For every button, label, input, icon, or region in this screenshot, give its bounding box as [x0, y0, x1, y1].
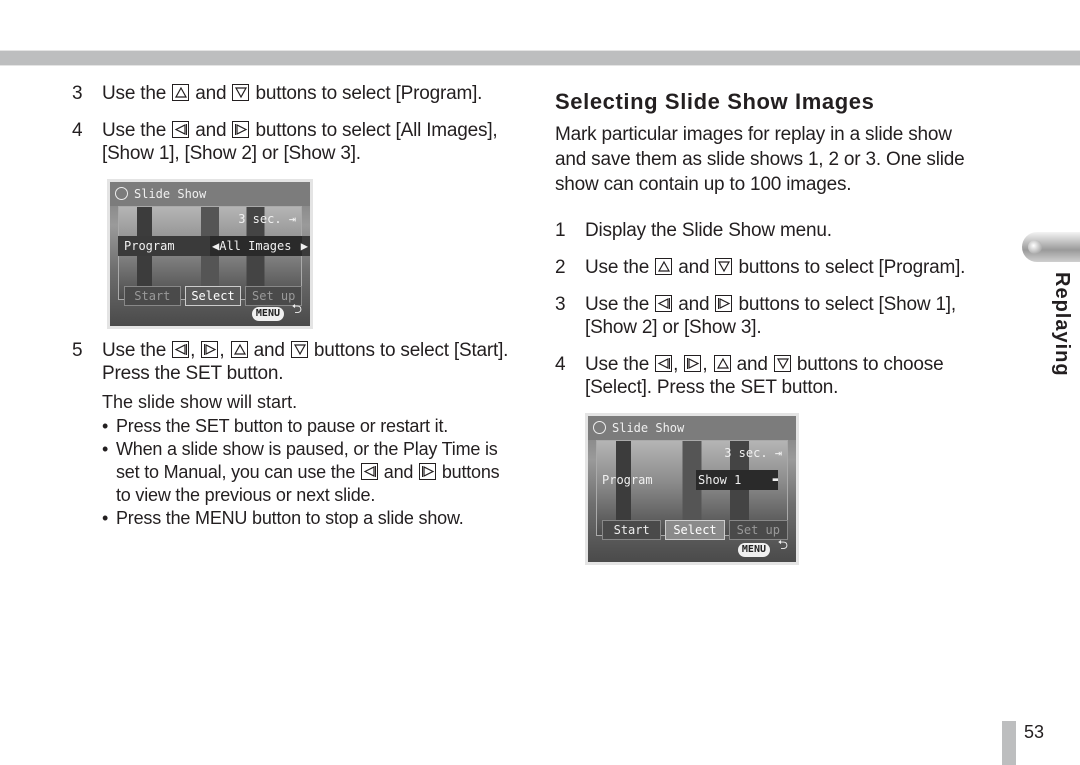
lcd-program-label: Program [124, 239, 175, 253]
lcd-title-bar: Slide Show [588, 416, 796, 440]
page-number: 53 [1024, 722, 1045, 742]
left-button-icon [655, 295, 673, 312]
step-text: Use the and buttons to select [Program]. [585, 257, 966, 278]
slideshow-icon [115, 187, 128, 200]
lcd-interval: 3 sec. ⇥ [238, 212, 296, 226]
step-5-left: 5 Use the , , and buttons to select [Sta… [72, 339, 512, 385]
page-number-bar [1002, 721, 1016, 765]
right-button-icon [232, 121, 250, 138]
up-button-icon [655, 258, 673, 275]
up-button-icon [713, 355, 731, 372]
right-button-icon [715, 295, 733, 312]
section-intro: Mark particular images for replay in a s… [555, 124, 965, 195]
lcd-program-label: Program [602, 473, 653, 487]
up-button-icon [172, 84, 190, 101]
lcd-screenshot-all-images: Slide Show 3 sec. ⇥ Program ◀All Images … [107, 179, 313, 329]
down-button-icon [290, 341, 308, 358]
menu-badge-icon: MENU [251, 307, 284, 321]
lcd-buttons: Start Select Set up [602, 520, 788, 540]
note-item: • When a slide show is paused, or the Pla… [102, 438, 512, 507]
section-heading: Selecting Slide Show Images [555, 89, 875, 114]
left-button-icon [172, 121, 190, 138]
lcd-title-bar: Slide Show [110, 182, 310, 206]
chapter-tab [1022, 232, 1080, 262]
step-number: 1 [555, 220, 566, 241]
down-button-icon [232, 84, 250, 101]
lcd-program-value: ◀All Images [210, 236, 302, 256]
step-number: 2 [555, 257, 566, 278]
left-column: 3 Use the and buttons to select [Program… [72, 82, 512, 530]
lcd-interval: 3 sec. ⇥ [724, 446, 782, 460]
header-bar [0, 50, 1080, 66]
lcd-select-button: Select [184, 286, 242, 306]
right-button-icon [419, 463, 437, 480]
note-text: When a slide show is paused, or the Play… [116, 439, 500, 505]
note-text: Press the MENU button to stop a slide sh… [116, 508, 464, 528]
lcd-screenshot-show-1: Slide Show 3 sec. ⇥ Program Show 1 ▬ Sta… [585, 413, 799, 565]
right-arrow-icon: ▶ [300, 239, 308, 253]
note-item: • Press the SET button to pause or restar… [102, 416, 449, 436]
step-text: Use the and buttons to select [Show 1], … [585, 294, 956, 338]
menu-badge-icon: MENU [737, 543, 770, 557]
up-button-icon [230, 341, 248, 358]
lcd-program-row: Program Show 1 ▬ [596, 470, 796, 490]
step-number: 4 [72, 120, 83, 141]
lcd-start-button: Start [602, 520, 662, 540]
lcd-program-value: Show 1 [696, 470, 778, 490]
down-button-icon [773, 355, 791, 372]
step-number: 3 [72, 83, 83, 104]
step-text: Use the , , and buttons to choose [Selec… [585, 354, 944, 398]
right-button-icon [201, 341, 219, 358]
notes-list: • Press the SET button to pause or restar… [102, 415, 512, 530]
mark-icon: ▬ [772, 475, 778, 485]
tab-knob-icon [1028, 240, 1042, 254]
step-text: Use the and buttons to select [All Image… [102, 120, 498, 164]
slideshow-icon [593, 421, 606, 434]
left-button-icon [360, 463, 378, 480]
step-1-right: 1 Display the Slide Show menu. [555, 219, 985, 242]
right-column: Selecting Slide Show Images Mark particu… [555, 88, 985, 575]
step-2-right: 2 Use the and buttons to select [Program… [555, 256, 985, 279]
step-number: 4 [555, 354, 566, 375]
step-4-left: 4 Use the and buttons to select [All Ima… [72, 119, 512, 165]
step-number: 3 [555, 294, 566, 315]
lcd-title: Slide Show [134, 187, 207, 201]
down-button-icon [715, 258, 733, 275]
lcd-buttons: Start Select Set up [124, 286, 303, 306]
lcd-program-row: Program ◀All Images ▶ [118, 236, 310, 256]
chapter-label: Replaying [1051, 272, 1073, 377]
step-text: Use the and buttons to select [Program]. [102, 83, 483, 104]
step-text: Display the Slide Show menu. [585, 220, 832, 241]
lcd-title: Slide Show [612, 421, 685, 435]
lcd-select-button: Select [665, 520, 725, 540]
note-item: • Press the MENU button to stop a slide s… [102, 508, 464, 528]
step-4-right: 4 Use the , , and buttons to choose [Sel… [555, 353, 985, 399]
step-3-right: 3 Use the and buttons to select [Show 1]… [555, 293, 985, 339]
step-number: 5 [72, 340, 83, 361]
step-result: The slide show will start. [102, 392, 298, 412]
step-3-left: 3 Use the and buttons to select [Program… [72, 82, 512, 105]
left-button-icon [655, 355, 673, 372]
step-text: Use the , , and buttons to select [Start… [102, 340, 509, 384]
lcd-start-button: Start [124, 286, 181, 306]
note-text: Press the SET button to pause or restart… [116, 416, 449, 436]
left-button-icon [172, 341, 190, 358]
right-button-icon [684, 355, 702, 372]
back-arrow-icon: ⮌ [777, 538, 788, 553]
back-arrow-icon: ⮌ [291, 302, 302, 317]
